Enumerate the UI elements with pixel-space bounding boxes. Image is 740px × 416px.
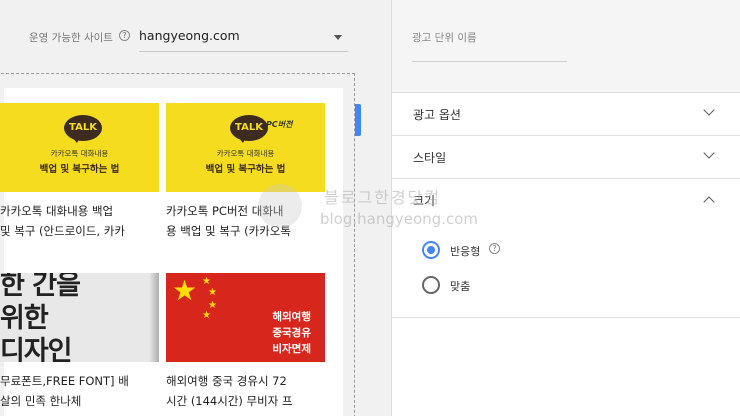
card-title-line: 시간 (144시간) 무비자 프 xyxy=(166,394,293,408)
card-title-line: 및 복구 (안드로이드, 카카 xyxy=(0,224,125,238)
thumb-caption: 카카오톡 대화내용 xyxy=(50,149,109,158)
card-title: 카카오톡 PC버전 대화내 용 백업 및 복구 (카카오톡 xyxy=(166,201,326,241)
typography-line: 디자인 xyxy=(0,336,73,362)
size-options: 반응형 ? 맞춤 xyxy=(392,221,740,318)
ad-unit-name-field[interactable]: 광고 단위 이름 xyxy=(412,22,567,62)
section-label: 광고 옵션 xyxy=(413,108,461,122)
chevron-up-icon xyxy=(703,196,715,208)
typography-line: 위한 xyxy=(0,303,49,334)
content-card[interactable]: TALK PC버전 카카오톡 대화내용 백업 및 복구하는 법 카카오톡 PC버… xyxy=(166,103,325,241)
thumb-headline: 백업 및 복구하는 법 xyxy=(39,164,120,175)
section-size[interactable]: 크기 xyxy=(392,178,740,221)
site-dropdown[interactable]: hangyeong.com xyxy=(139,22,348,52)
headline-line: 비자면제 xyxy=(272,343,311,355)
card-title-line: 용 백업 및 복구 (카카오톡 xyxy=(166,224,291,238)
thumb-headline: 백업 및 복구하는 법 xyxy=(205,164,286,175)
ad-settings-panel: 광고 단위 이름 광고 옵션 스타일 크기 반응형 ? 맞춤 xyxy=(391,0,740,416)
thumb-headline: 해외여행 중국경유 비자면제 xyxy=(272,309,311,357)
site-dropdown-value: hangyeong.com xyxy=(139,28,240,43)
section-ad-options[interactable]: 광고 옵션 xyxy=(392,92,740,135)
resize-handle[interactable] xyxy=(355,104,361,136)
ad-unit-name-placeholder: 광고 단위 이름 xyxy=(412,32,477,44)
help-icon[interactable]: ? xyxy=(119,30,130,41)
site-selector-label: 운영 가능한 사이트 xyxy=(29,32,113,44)
bubble-tail xyxy=(72,137,80,143)
flag-star-icon: ★ xyxy=(172,274,198,307)
typography-line: 한 간을 xyxy=(0,273,81,301)
section-label: 크기 xyxy=(413,194,436,208)
content-card[interactable]: TALK 카카오톡 대화내용 백업 및 복구하는 법 카카오톡 대화내용 백업 … xyxy=(0,103,159,241)
content-card[interactable]: 한 간을 위한 디자인 무료폰트,FREE FONT] 배 살의 민족 한나체 xyxy=(0,273,159,411)
flag-star-icon: ★ xyxy=(202,276,211,287)
headline-line: 중국경유 xyxy=(272,327,311,339)
ad-preview-panel: 운영 가능한 사이트 ? hangyeong.com TALK 카카오톡 대화내… xyxy=(0,0,391,416)
card-title-line: 살의 민족 한나체 xyxy=(0,394,82,408)
card-title: 해외여행 중국 경유시 72 시간 (144시간) 무비자 프 xyxy=(166,371,326,411)
radio-label: 반응형 xyxy=(450,245,481,258)
bubble-tail xyxy=(238,137,246,143)
section-style[interactable]: 스타일 xyxy=(392,135,740,178)
thumb-typography: 한 간을 위한 디자인 xyxy=(0,273,81,362)
radio-button[interactable] xyxy=(422,276,440,294)
radio-label: 맞춤 xyxy=(450,280,471,293)
site-selector-row: 운영 가능한 사이트 ? hangyeong.com xyxy=(0,22,391,52)
talk-bubble-icon: TALK xyxy=(64,115,102,141)
section-label: 스타일 xyxy=(413,151,447,165)
talk-bubble-icon: TALK xyxy=(230,115,268,141)
card-thumbnail: ★ ★ ★ ★ ★ 해외여행 중국경유 비자면제 xyxy=(166,273,325,362)
content-card[interactable]: ★ ★ ★ ★ ★ 해외여행 중국경유 비자면제 해외여행 중국 경유시 72 … xyxy=(166,273,325,411)
card-title-line: 카카오톡 대화내용 백업 xyxy=(0,204,114,218)
flag-star-icon: ★ xyxy=(208,287,217,298)
headline-line: 해외여행 xyxy=(272,311,311,323)
card-title-line: 카카오톡 PC버전 대화내 xyxy=(166,204,284,218)
card-title: 무료폰트,FREE FONT] 배 살의 민족 한나체 xyxy=(0,371,160,411)
chevron-down-icon xyxy=(703,104,715,116)
radio-button[interactable] xyxy=(422,241,440,259)
card-title-line: 해외여행 중국 경유시 72 xyxy=(166,374,287,388)
card-thumbnail: 한 간을 위한 디자인 xyxy=(0,273,159,362)
preview-canvas: TALK 카카오톡 대화내용 백업 및 복구하는 법 카카오톡 대화내용 백업 … xyxy=(0,88,343,416)
card-title-line: 무료폰트,FREE FONT] 배 xyxy=(0,374,129,388)
card-thumbnail: TALK PC버전 카카오톡 대화내용 백업 및 복구하는 법 xyxy=(166,103,325,192)
pc-version-badge: PC버전 xyxy=(266,120,293,129)
card-thumbnail: TALK 카카오톡 대화내용 백업 및 복구하는 법 xyxy=(0,103,159,192)
caret-down-icon xyxy=(334,35,342,40)
thumb-shadow xyxy=(149,273,159,362)
thumb-caption: 카카오톡 대화내용 xyxy=(216,149,275,158)
help-icon[interactable]: ? xyxy=(489,243,500,254)
card-title: 카카오톡 대화내용 백업 및 복구 (안드로이드, 카카 xyxy=(0,201,160,241)
flag-star-icon: ★ xyxy=(202,310,211,321)
chevron-down-icon xyxy=(703,147,715,159)
